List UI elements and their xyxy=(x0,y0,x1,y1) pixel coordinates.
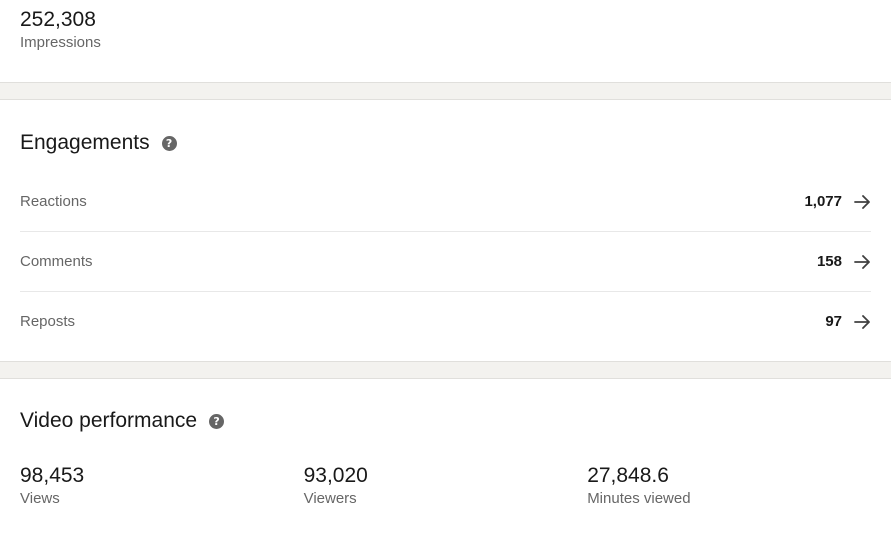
engagement-label: Comments xyxy=(20,253,93,270)
engagement-label: Reactions xyxy=(20,193,87,210)
video-metrics: 98,453 Views 93,020 Viewers 27,848.6 Min… xyxy=(20,463,871,509)
metric-label: Viewers xyxy=(303,490,357,507)
video-performance-header: Video performance ? xyxy=(20,379,871,436)
metric-value: 93,020 xyxy=(303,464,368,487)
impressions-label: Impressions xyxy=(20,34,101,51)
metric-value: 98,453 xyxy=(20,464,85,487)
metric-label: Views xyxy=(20,490,60,507)
question-circle-icon[interactable]: ? xyxy=(161,135,177,151)
video-performance-title: Video performance xyxy=(20,409,198,432)
engagement-row-reactions[interactable]: Reactions 1,077 xyxy=(20,172,871,232)
arrow-right-icon[interactable] xyxy=(854,254,871,269)
section-divider xyxy=(0,82,891,100)
engagements-list: Reactions 1,077 Comments 158 Reposts 97 xyxy=(20,172,871,351)
engagement-value-group: 158 xyxy=(817,253,871,270)
question-circle-icon[interactable]: ? xyxy=(209,413,225,429)
metric-value: 27,848.6 xyxy=(587,464,669,487)
video-performance-card: Video performance ? 98,453 Views 93,020 … xyxy=(0,379,891,537)
engagement-value: 97 xyxy=(825,313,842,330)
engagement-value-group: 97 xyxy=(825,313,871,330)
video-metric-minutes-viewed: 27,848.6 Minutes viewed xyxy=(587,463,871,509)
video-metric-views: 98,453 Views xyxy=(20,463,304,509)
engagement-row-reposts[interactable]: Reposts 97 xyxy=(20,292,871,351)
impressions-card: 252,308 Impressions xyxy=(0,0,891,82)
engagement-label: Reposts xyxy=(20,313,76,330)
section-divider xyxy=(0,361,891,379)
video-metric-viewers: 93,020 Viewers xyxy=(304,463,588,509)
arrow-right-icon[interactable] xyxy=(854,314,871,329)
engagements-header: Engagements ? xyxy=(20,100,871,158)
arrow-right-icon[interactable] xyxy=(854,194,871,209)
engagement-value: 158 xyxy=(816,253,842,270)
metric-label: Minutes viewed xyxy=(587,490,691,507)
impressions-value: 252,308 xyxy=(20,8,96,31)
engagements-card: Engagements ? Reactions 1,077 Comments 1… xyxy=(0,100,891,361)
engagement-value-group: 1,077 xyxy=(804,193,871,210)
engagements-title: Engagements xyxy=(20,131,150,154)
engagement-row-comments[interactable]: Comments 158 xyxy=(20,232,871,292)
engagement-value: 1,077 xyxy=(804,193,842,210)
